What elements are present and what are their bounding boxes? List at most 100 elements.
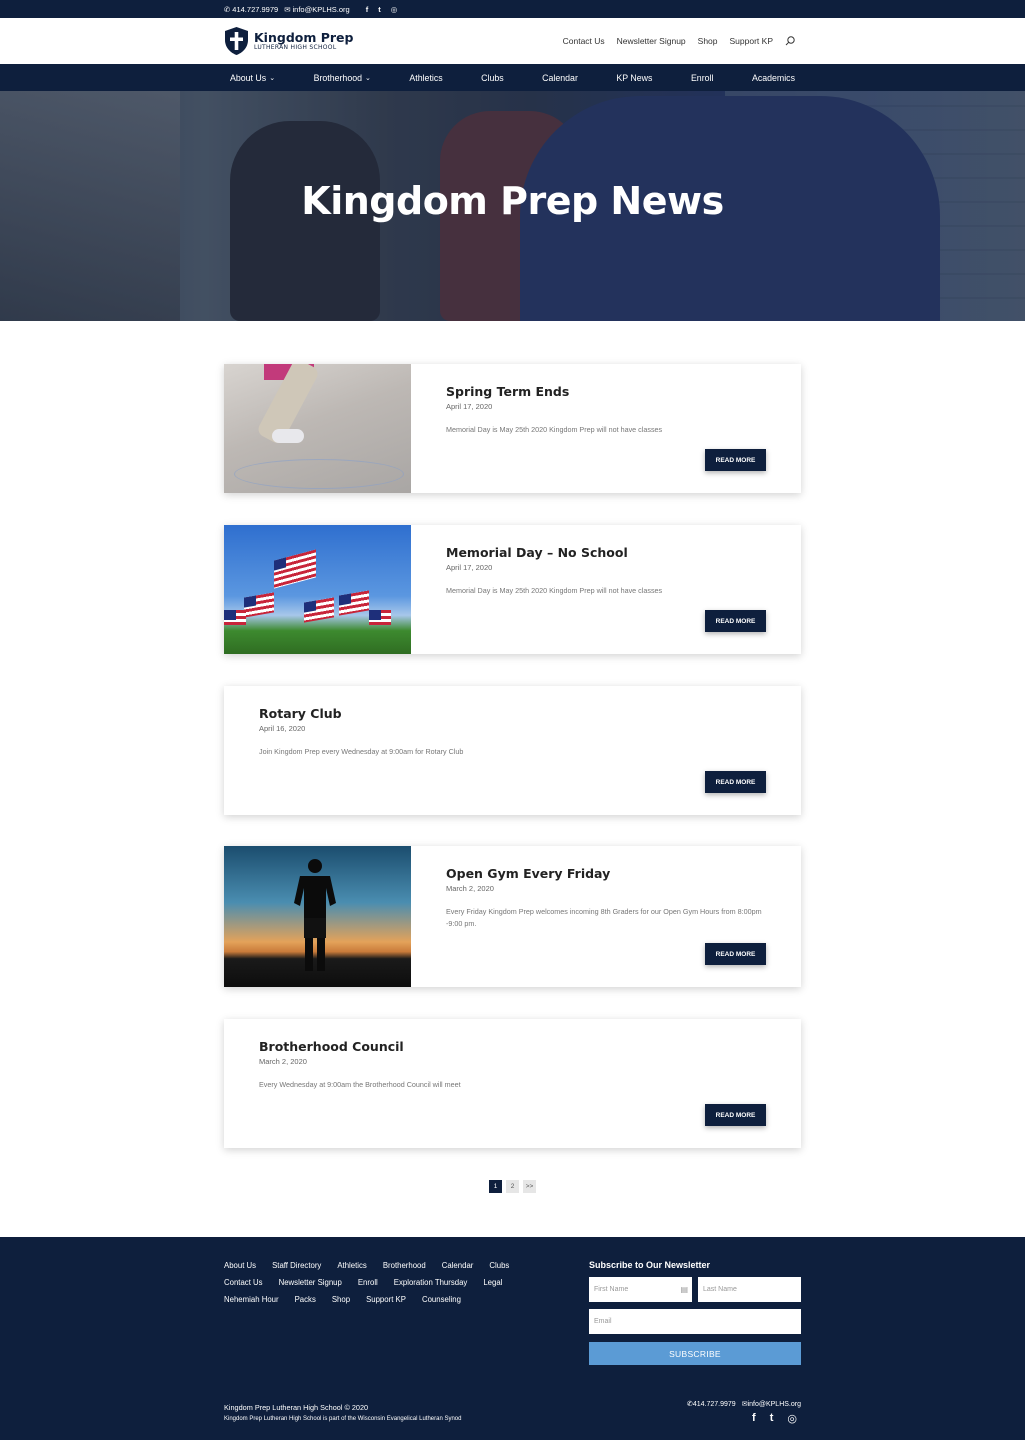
footer-link[interactable]: Counseling	[422, 1295, 461, 1304]
phone-icon: ✆	[224, 4, 231, 14]
hero-banner: Kingdom Prep News	[0, 91, 1025, 321]
email-placeholder: Email	[594, 1318, 612, 1325]
nav-label: KP News	[616, 72, 653, 83]
nav-label: Clubs	[481, 72, 504, 83]
facebook-icon[interactable]: f	[752, 1412, 756, 1425]
first-name-field[interactable]: First Name ▤	[589, 1277, 692, 1302]
post-date: April 16, 2020	[259, 724, 306, 733]
nav-item-academics[interactable]: Academics	[752, 73, 795, 83]
site-logo[interactable]: Kingdom Prep LUTHERAN HIGH SCHOOL	[224, 26, 353, 56]
topbar-phone[interactable]: ✆ 414.727.9979	[224, 5, 278, 14]
post-thumbnail[interactable]	[224, 364, 411, 493]
footer-link[interactable]: Support KP	[366, 1295, 406, 1304]
instagram-icon[interactable]: ◎	[787, 1412, 797, 1425]
footer-email[interactable]: ✉info@KPLHS.org	[742, 1400, 801, 1408]
nav-item-about[interactable]: About Us ⌄	[230, 73, 275, 83]
silhouette-icon	[294, 859, 336, 971]
search-icon[interactable]	[785, 36, 795, 46]
nav-item-clubs[interactable]: Clubs	[481, 73, 504, 83]
footer-link[interactable]: Contact Us	[224, 1278, 263, 1287]
thumb-detail	[234, 459, 404, 489]
footer-link[interactable]: Brotherhood	[383, 1261, 426, 1270]
post-thumbnail[interactable]	[224, 525, 411, 654]
post-title[interactable]: Brotherhood Council	[259, 1039, 461, 1054]
read-more-button[interactable]: READ MORE	[705, 943, 766, 965]
first-name-placeholder: First Name	[594, 1286, 629, 1293]
flag-icon	[244, 592, 274, 618]
news-post: Memorial Day – No School April 17, 2020 …	[224, 525, 801, 654]
post-date: April 17, 2020	[446, 402, 493, 411]
newsletter-title: Subscribe to Our Newsletter	[589, 1260, 711, 1270]
main-nav: About Us ⌄ Brotherhood ⌄ Athletics Clubs C…	[0, 64, 1025, 91]
footer-link[interactable]: Staff Directory	[272, 1261, 321, 1270]
nav-label: About Us	[230, 72, 267, 83]
footer-link[interactable]: Packs	[295, 1295, 316, 1304]
read-more-button[interactable]: READ MORE	[705, 771, 766, 793]
read-more-button[interactable]: READ MORE	[705, 1104, 766, 1126]
facebook-icon[interactable]: f	[366, 5, 369, 14]
chevron-down-icon: ⌄	[269, 74, 276, 82]
news-post: Rotary Club April 16, 2020 Join Kingdom …	[224, 686, 801, 815]
mail-icon: ✉	[284, 4, 291, 14]
util-link-shop[interactable]: Shop	[698, 36, 718, 46]
twitter-icon[interactable]: t	[378, 5, 381, 14]
instagram-icon[interactable]: ◎	[391, 5, 398, 14]
post-title[interactable]: Memorial Day – No School	[446, 545, 662, 560]
topbar-email-text: info@KPLHS.org	[292, 4, 350, 14]
footer-links: About Us Staff Directory Athletics Broth…	[224, 1261, 554, 1304]
post-title[interactable]: Rotary Club	[259, 706, 463, 721]
footer-link[interactable]: About Us	[224, 1261, 256, 1270]
post-title[interactable]: Open Gym Every Friday	[446, 866, 776, 881]
topbar-email[interactable]: ✉ info@KPLHS.org	[284, 5, 350, 14]
subscribe-button[interactable]: SUBSCRIBE	[589, 1342, 801, 1365]
last-name-field[interactable]: Last Name	[698, 1277, 801, 1302]
nav-item-brotherhood[interactable]: Brotherhood ⌄	[314, 73, 371, 83]
util-link-support[interactable]: Support KP	[730, 36, 773, 46]
footer-link[interactable]: Exploration Thursday	[394, 1278, 468, 1287]
footer-link[interactable]: Calendar	[442, 1261, 474, 1270]
topbar-phone-text: 414.727.9979	[232, 4, 279, 14]
page-2-button[interactable]: 2	[506, 1180, 519, 1193]
nav-item-enroll[interactable]: Enroll	[691, 73, 714, 83]
post-body: Open Gym Every Friday March 2, 2020 Ever…	[446, 866, 776, 930]
shield-cross-icon	[225, 27, 248, 55]
twitter-icon[interactable]: t	[770, 1412, 774, 1425]
synod-note: Kingdom Prep Lutheran High School is par…	[224, 1416, 462, 1422]
news-post: Brotherhood Council March 2, 2020 Every …	[224, 1019, 801, 1148]
read-more-button[interactable]: READ MORE	[705, 610, 766, 632]
post-title[interactable]: Spring Term Ends	[446, 384, 662, 399]
flag-icon	[224, 610, 246, 625]
nav-label: Academics	[751, 72, 795, 83]
chevron-down-icon: ⌄	[365, 74, 371, 82]
copyright-text: Kingdom Prep Lutheran High School © 2020	[224, 1403, 369, 1412]
footer-link[interactable]: Legal	[483, 1278, 502, 1287]
footer-link[interactable]: Nehemiah Hour	[224, 1295, 279, 1304]
footer-phone-text: 414.727.9979	[692, 1401, 736, 1408]
footer-link[interactable]: Newsletter Signup	[279, 1278, 342, 1287]
hero-title: Kingdom Prep News	[301, 179, 724, 223]
post-thumbnail[interactable]	[224, 846, 411, 987]
footer-phone[interactable]: ✆414.727.9979	[687, 1400, 736, 1408]
post-body: Brotherhood Council March 2, 2020 Every …	[259, 1039, 461, 1091]
footer-contact: ✆414.727.9979 ✉info@KPLHS.org	[687, 1400, 801, 1408]
footer-link[interactable]: Clubs	[489, 1261, 509, 1270]
nav-item-calendar[interactable]: Calendar	[542, 73, 578, 83]
nav-label: Brotherhood	[313, 72, 362, 83]
flag-icon	[339, 590, 369, 616]
footer-link[interactable]: Athletics	[337, 1261, 366, 1270]
site-header: Kingdom Prep LUTHERAN HIGH SCHOOL Contac…	[0, 18, 1025, 64]
next-page-button[interactable]: >>	[523, 1180, 536, 1193]
post-excerpt: Memorial Day is May 25th 2020 Kingdom Pr…	[446, 586, 663, 595]
util-link-contact[interactable]: Contact Us	[563, 36, 605, 46]
footer-link[interactable]: Shop	[332, 1295, 350, 1304]
nav-item-kp-news[interactable]: KP News	[616, 73, 652, 83]
email-field[interactable]: Email	[589, 1309, 801, 1334]
nav-item-athletics[interactable]: Athletics	[409, 73, 442, 83]
util-link-newsletter[interactable]: Newsletter Signup	[617, 36, 686, 46]
page-1-button[interactable]: 1	[489, 1180, 502, 1193]
post-date: March 2, 2020	[446, 884, 494, 893]
nav-label: Athletics	[409, 72, 443, 83]
read-more-button[interactable]: READ MORE	[705, 449, 766, 471]
footer-link[interactable]: Enroll	[358, 1278, 378, 1287]
post-excerpt: Every Wednesday at 9:00am the Brotherhoo…	[259, 1080, 461, 1089]
